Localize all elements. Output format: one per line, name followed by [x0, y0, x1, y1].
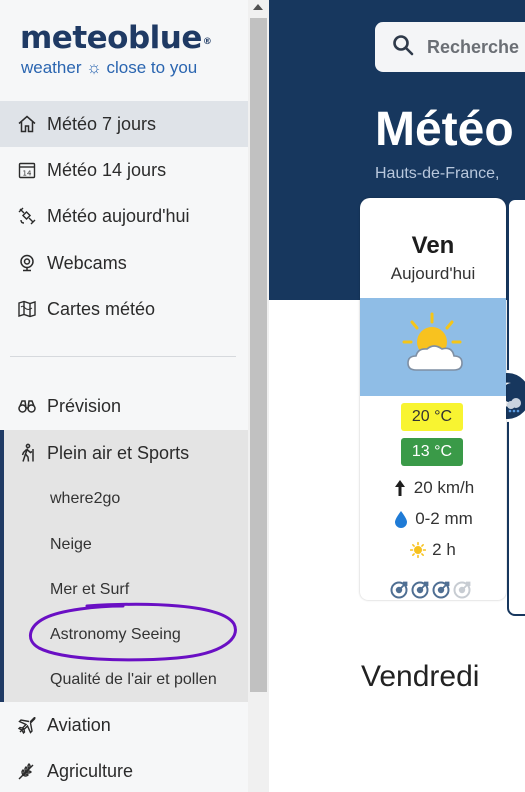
nav-label: Webcams — [47, 252, 127, 273]
nav-item-meteo-14-jours[interactable]: 14 Météo 14 jours — [0, 147, 248, 193]
section-title: Vendredi — [361, 660, 480, 693]
predictability-filled-icon — [390, 581, 408, 599]
svg-text:14: 14 — [23, 170, 32, 178]
home-icon — [16, 113, 38, 135]
scrollbar-thumb[interactable] — [250, 18, 267, 692]
nav-item-aviation[interactable]: Aviation — [0, 702, 248, 748]
nav-label: Météo aujourd'hui — [47, 205, 190, 226]
brand-name: meteoblue — [20, 20, 202, 56]
satellite-icon — [16, 205, 38, 227]
map-icon — [16, 298, 38, 320]
sunshine-row: 2 h — [360, 540, 506, 560]
sunshine-value: 2 h — [432, 540, 456, 559]
nav-label: Agriculture — [47, 760, 134, 781]
search-placeholder: Recherche — [427, 36, 520, 57]
nav-label: Aviation — [47, 714, 111, 735]
hiker-icon — [16, 442, 38, 464]
scroll-up-arrow-icon[interactable] — [253, 4, 263, 10]
nav-label: Météo 7 jours — [47, 113, 157, 134]
max-temperature: 20 °C — [401, 403, 463, 431]
predictability-filled-icon — [411, 581, 429, 599]
submenu-item-qualite-air-pollen[interactable]: Qualité de l'air et pollen — [50, 665, 217, 695]
binoculars-icon — [16, 395, 38, 417]
precipitation-row: 0-2 mm — [360, 509, 506, 529]
calendar-14-icon: 14 — [16, 159, 38, 181]
weather-symbol-area — [360, 298, 506, 396]
search-input[interactable]: Recherche — [375, 22, 525, 72]
nav-item-agriculture[interactable]: Agriculture — [0, 748, 248, 792]
submenu-item-mer-et-surf[interactable]: Mer et Surf — [50, 575, 129, 605]
nav-item-prevision[interactable]: Prévision — [0, 383, 248, 429]
main-content: Recherche Météo Hauts-de-France, Ven Auj… — [269, 0, 525, 792]
predictability-filled-icon — [432, 581, 450, 599]
nav-label: Cartes météo — [47, 298, 156, 319]
day-name: Ven — [411, 232, 455, 259]
day-subtitle: Aujourd'hui — [390, 264, 476, 283]
precipitation-value: 0-2 mm — [415, 509, 473, 528]
wind-arrow-icon — [394, 480, 405, 496]
nav-item-plein-air-et-sports[interactable]: Plein air et Sports — [0, 430, 248, 476]
sidebar-scrollbar[interactable] — [248, 0, 269, 792]
submenu-item-neige[interactable]: Neige — [50, 530, 92, 560]
page-title: Météo — [375, 103, 514, 156]
location-region[interactable]: Hauts-de-France, — [375, 165, 500, 183]
predictability-empty-icon — [453, 581, 471, 599]
airplane-icon — [16, 714, 38, 736]
wind-row: 20 km/h — [360, 478, 506, 498]
wind-value: 20 km/h — [413, 478, 475, 497]
submenu-item-astronomy-seeing[interactable]: Astronomy Seeing — [50, 620, 181, 650]
raindrop-icon — [395, 511, 408, 528]
nav-label: Météo 14 jours — [47, 159, 167, 180]
wheat-icon — [16, 760, 38, 782]
registered-mark: ® — [202, 37, 212, 47]
sun-icon — [410, 541, 427, 559]
brand-tagline: weather ☼ close to you — [21, 58, 198, 77]
sidebar: meteoblue® weather ☼ close to you Météo … — [0, 0, 248, 792]
webcam-icon — [16, 252, 38, 274]
nav-item-webcams[interactable]: Webcams — [0, 240, 248, 286]
predictability-rating — [390, 581, 474, 599]
meteoblue-logo[interactable]: meteoblue® weather ☼ close to you — [20, 20, 212, 78]
min-temperature: 13 °C — [401, 438, 463, 466]
nav-item-cartes-meteo[interactable]: Cartes météo — [0, 286, 248, 332]
nav-label: Prévision — [47, 395, 122, 416]
sun-cloud-icon — [402, 312, 463, 371]
nav-item-meteo-7-jours[interactable]: Météo 7 jours — [0, 101, 248, 147]
submenu-item-where2go[interactable]: where2go — [50, 484, 120, 514]
nav-item-meteo-aujourdhui[interactable]: Météo aujourd'hui — [0, 193, 248, 239]
nav-label: Plein air et Sports — [47, 442, 190, 463]
search-icon — [391, 33, 415, 62]
nav-divider — [10, 356, 236, 357]
day-card-today[interactable]: Ven Aujourd'hui 20 °C 13 °C 20 km/h 0-2 … — [360, 198, 506, 600]
